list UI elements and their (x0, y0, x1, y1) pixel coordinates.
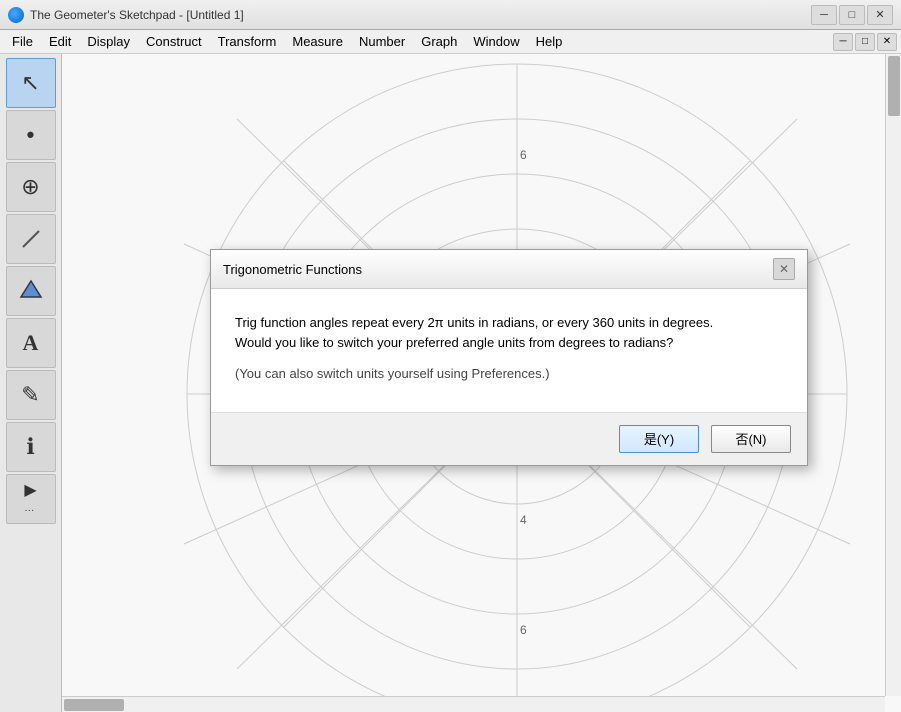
select-tool-button[interactable]: ↖ (6, 58, 56, 108)
menubar-restore[interactable]: □ (855, 33, 875, 51)
dialog-body: Trig function angles repeat every 2π uni… (211, 289, 807, 412)
dialog-overlay: Trigonometric Functions ✕ Trig function … (62, 54, 901, 712)
no-button[interactable]: 否(N) (711, 425, 791, 453)
menu-help[interactable]: Help (528, 30, 571, 53)
menubar-controls: ─ □ ✕ (833, 33, 897, 51)
dialog-message-line1: Trig function angles repeat every 2π uni… (235, 315, 713, 330)
menu-number[interactable]: Number (351, 30, 413, 53)
select-icon: ↖ (21, 70, 39, 96)
restore-button[interactable]: □ (839, 5, 865, 25)
close-button[interactable]: ✕ (867, 5, 893, 25)
window-title: The Geometer's Sketchpad - [Untitled 1] (30, 8, 244, 22)
polygon-icon (17, 277, 45, 305)
dialog-message-line2: Would you like to switch your preferred … (235, 335, 673, 350)
main-area: ↖ • ⊕ A ✎ ℹ ▶··· (0, 54, 901, 712)
dialog-title-bar: Trigonometric Functions ✕ (211, 250, 807, 289)
app-icon (8, 7, 24, 23)
menu-window[interactable]: Window (465, 30, 527, 53)
menu-bar: File Edit Display Construct Transform Me… (0, 30, 901, 54)
text-icon: A (23, 330, 39, 356)
more-icon: ▶··· (24, 480, 36, 518)
menu-measure[interactable]: Measure (284, 30, 351, 53)
title-bar-controls: ─ □ ✕ (811, 5, 893, 25)
menu-transform[interactable]: Transform (210, 30, 285, 53)
compass-tool-button[interactable]: ⊕ (6, 162, 56, 212)
trigonometric-functions-dialog: Trigonometric Functions ✕ Trig function … (210, 249, 808, 466)
point-tool-button[interactable]: • (6, 110, 56, 160)
marker-icon: ✎ (21, 382, 39, 408)
menu-graph[interactable]: Graph (413, 30, 465, 53)
info-icon: ℹ (26, 434, 34, 460)
marker-tool-button[interactable]: ✎ (6, 370, 56, 420)
menu-file[interactable]: File (4, 30, 41, 53)
menubar-minimize[interactable]: ─ (833, 33, 853, 51)
dialog-close-button[interactable]: ✕ (773, 258, 795, 280)
menu-display[interactable]: Display (79, 30, 138, 53)
dialog-title: Trigonometric Functions (223, 262, 362, 277)
line-tool-button[interactable] (6, 214, 56, 264)
compass-icon: ⊕ (21, 174, 39, 200)
polygon-tool-button[interactable] (6, 266, 56, 316)
more-tool-button[interactable]: ▶··· (6, 474, 56, 524)
line-icon (19, 227, 43, 251)
menu-construct[interactable]: Construct (138, 30, 210, 53)
minimize-button[interactable]: ─ (811, 5, 837, 25)
dialog-note: (You can also switch units yourself usin… (235, 364, 783, 384)
dialog-footer: 是(Y) 否(N) (211, 412, 807, 465)
canvas-area[interactable]: 6 4 4 6 Trigonometric Functions ✕ Trig f… (62, 54, 901, 712)
text-tool-button[interactable]: A (6, 318, 56, 368)
title-bar: The Geometer's Sketchpad - [Untitled 1] … (0, 0, 901, 30)
dialog-message-main: Trig function angles repeat every 2π uni… (235, 313, 783, 352)
title-bar-left: The Geometer's Sketchpad - [Untitled 1] (8, 7, 244, 23)
yes-button[interactable]: 是(Y) (619, 425, 699, 453)
info-tool-button[interactable]: ℹ (6, 422, 56, 472)
toolbar-sidebar: ↖ • ⊕ A ✎ ℹ ▶··· (0, 54, 62, 712)
point-icon: • (27, 122, 35, 148)
menubar-close[interactable]: ✕ (877, 33, 897, 51)
menu-edit[interactable]: Edit (41, 30, 79, 53)
